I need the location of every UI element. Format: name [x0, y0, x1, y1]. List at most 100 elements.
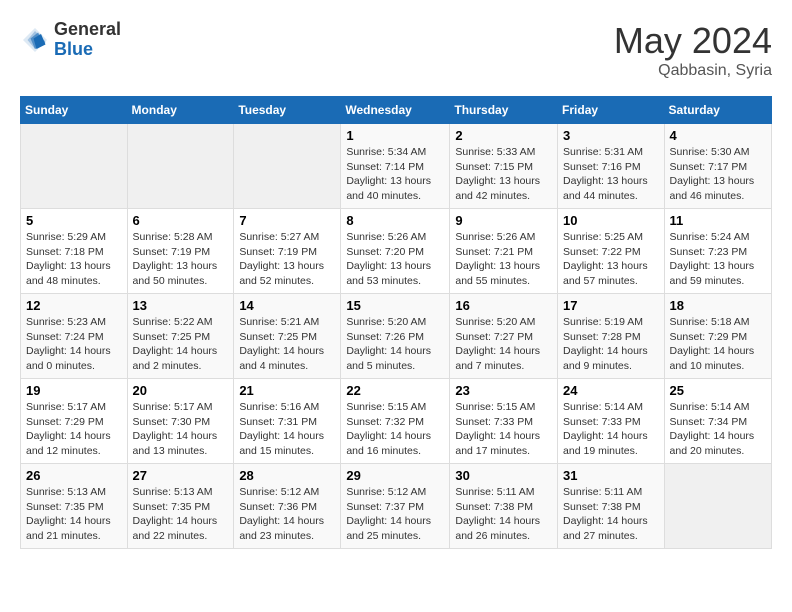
day-info: Sunrise: 5:19 AM Sunset: 7:28 PM Dayligh…: [563, 315, 659, 374]
calendar-cell: 28 Sunrise: 5:12 AM Sunset: 7:36 PM Dayli…: [234, 464, 341, 549]
day-info: Sunrise: 5:28 AM Sunset: 7:19 PM Dayligh…: [133, 230, 229, 289]
day-number: 3: [563, 128, 659, 143]
day-number: 19: [26, 383, 122, 398]
calendar-cell: 21 Sunrise: 5:16 AM Sunset: 7:31 PM Dayli…: [234, 379, 341, 464]
day-info: Sunrise: 5:12 AM Sunset: 7:36 PM Dayligh…: [239, 485, 335, 544]
day-number: 21: [239, 383, 335, 398]
calendar-cell: 27 Sunrise: 5:13 AM Sunset: 7:35 PM Dayli…: [127, 464, 234, 549]
day-number: 17: [563, 298, 659, 313]
calendar-cell: 8Sunrise: 5:26 AM Sunset: 7:20 PM Daylig…: [341, 209, 450, 294]
calendar-cell: [664, 464, 771, 549]
calendar-cell: 12Sunrise: 5:23 AM Sunset: 7:24 PM Dayli…: [21, 294, 128, 379]
day-number: 14: [239, 298, 335, 313]
day-info: Sunrise: 5:29 AM Sunset: 7:18 PM Dayligh…: [26, 230, 122, 289]
day-info: Sunrise: 5:13 AM Sunset: 7:35 PM Dayligh…: [133, 485, 229, 544]
day-info: Sunrise: 5:11 AM Sunset: 7:38 PM Dayligh…: [455, 485, 552, 544]
calendar-cell: 15 Sunrise: 5:20 AM Sunset: 7:26 PM Dayli…: [341, 294, 450, 379]
day-number: 5: [26, 213, 122, 228]
calendar-cell: 22 Sunrise: 5:15 AM Sunset: 7:32 PM Dayli…: [341, 379, 450, 464]
logo: General Blue: [20, 20, 121, 60]
day-number: 18: [670, 298, 766, 313]
day-number: 22: [346, 383, 444, 398]
day-info: Sunrise: 5:22 AM Sunset: 7:25 PM Dayligh…: [133, 315, 229, 374]
week-row-4: 19Sunrise: 5:17 AM Sunset: 7:29 PM Dayli…: [21, 379, 772, 464]
day-info: Sunrise: 5:21 AM Sunset: 7:25 PM Dayligh…: [239, 315, 335, 374]
day-number: 27: [133, 468, 229, 483]
calendar-cell: 20 Sunrise: 5:17 AM Sunset: 7:30 PM Dayli…: [127, 379, 234, 464]
calendar-cell: [21, 124, 128, 209]
calendar-cell: 24 Sunrise: 5:14 AM Sunset: 7:33 PM Dayli…: [558, 379, 665, 464]
weekday-header-monday: Monday: [127, 97, 234, 124]
day-number: 2: [455, 128, 552, 143]
day-number: 29: [346, 468, 444, 483]
day-info: Sunrise: 5:11 AM Sunset: 7:38 PM Dayligh…: [563, 485, 659, 544]
calendar-cell: 17 Sunrise: 5:19 AM Sunset: 7:28 PM Dayli…: [558, 294, 665, 379]
logo-general: General: [54, 20, 121, 40]
calendar-cell: 9Sunrise: 5:26 AM Sunset: 7:21 PM Daylig…: [450, 209, 558, 294]
week-row-1: 1Sunrise: 5:34 AM Sunset: 7:14 PM Daylig…: [21, 124, 772, 209]
day-number: 25: [670, 383, 766, 398]
logo-blue: Blue: [54, 40, 121, 60]
calendar-cell: 4Sunrise: 5:30 AM Sunset: 7:17 PM Daylig…: [664, 124, 771, 209]
day-info: Sunrise: 5:33 AM Sunset: 7:15 PM Dayligh…: [455, 145, 552, 204]
day-info: Sunrise: 5:27 AM Sunset: 7:19 PM Dayligh…: [239, 230, 335, 289]
calendar-cell: 16 Sunrise: 5:20 AM Sunset: 7:27 PM Dayli…: [450, 294, 558, 379]
day-number: 10: [563, 213, 659, 228]
day-info: Sunrise: 5:34 AM Sunset: 7:14 PM Dayligh…: [346, 145, 444, 204]
calendar-cell: 7 Sunrise: 5:27 AM Sunset: 7:19 PM Daylig…: [234, 209, 341, 294]
day-info: Sunrise: 5:26 AM Sunset: 7:21 PM Dayligh…: [455, 230, 552, 289]
calendar-cell: 18 Sunrise: 5:18 AM Sunset: 7:29 PM Dayli…: [664, 294, 771, 379]
day-info: Sunrise: 5:18 AM Sunset: 7:29 PM Dayligh…: [670, 315, 766, 374]
day-info: Sunrise: 5:17 AM Sunset: 7:30 PM Dayligh…: [133, 400, 229, 459]
calendar-cell: 13 Sunrise: 5:22 AM Sunset: 7:25 PM Dayli…: [127, 294, 234, 379]
calendar-cell: 29Sunrise: 5:12 AM Sunset: 7:37 PM Dayli…: [341, 464, 450, 549]
day-info: Sunrise: 5:16 AM Sunset: 7:31 PM Dayligh…: [239, 400, 335, 459]
calendar-cell: 1Sunrise: 5:34 AM Sunset: 7:14 PM Daylig…: [341, 124, 450, 209]
day-number: 24: [563, 383, 659, 398]
calendar-cell: 5 Sunrise: 5:29 AM Sunset: 7:18 PM Daylig…: [21, 209, 128, 294]
day-info: Sunrise: 5:20 AM Sunset: 7:26 PM Dayligh…: [346, 315, 444, 374]
day-info: Sunrise: 5:31 AM Sunset: 7:16 PM Dayligh…: [563, 145, 659, 204]
calendar-cell: 30 Sunrise: 5:11 AM Sunset: 7:38 PM Dayli…: [450, 464, 558, 549]
day-number: 7: [239, 213, 335, 228]
calendar-cell: 25 Sunrise: 5:14 AM Sunset: 7:34 PM Dayli…: [664, 379, 771, 464]
day-number: 15: [346, 298, 444, 313]
day-number: 28: [239, 468, 335, 483]
week-row-2: 5 Sunrise: 5:29 AM Sunset: 7:18 PM Daylig…: [21, 209, 772, 294]
weekday-header-sunday: Sunday: [21, 97, 128, 124]
day-info: Sunrise: 5:14 AM Sunset: 7:33 PM Dayligh…: [563, 400, 659, 459]
day-number: 12: [26, 298, 122, 313]
day-number: 30: [455, 468, 552, 483]
day-number: 13: [133, 298, 229, 313]
day-number: 23: [455, 383, 552, 398]
weekday-header-tuesday: Tuesday: [234, 97, 341, 124]
calendar-cell: [234, 124, 341, 209]
week-row-3: 12Sunrise: 5:23 AM Sunset: 7:24 PM Dayli…: [21, 294, 772, 379]
day-info: Sunrise: 5:15 AM Sunset: 7:33 PM Dayligh…: [455, 400, 552, 459]
weekday-header-row: SundayMondayTuesdayWednesdayThursdayFrid…: [21, 97, 772, 124]
calendar-cell: 11Sunrise: 5:24 AM Sunset: 7:23 PM Dayli…: [664, 209, 771, 294]
calendar-cell: 3 Sunrise: 5:31 AM Sunset: 7:16 PM Daylig…: [558, 124, 665, 209]
day-number: 20: [133, 383, 229, 398]
calendar-cell: 2 Sunrise: 5:33 AM Sunset: 7:15 PM Daylig…: [450, 124, 558, 209]
day-number: 6: [133, 213, 229, 228]
day-number: 8: [346, 213, 444, 228]
location: Qabbasin, Syria: [614, 62, 772, 80]
calendar-cell: 23 Sunrise: 5:15 AM Sunset: 7:33 PM Dayli…: [450, 379, 558, 464]
day-info: Sunrise: 5:13 AM Sunset: 7:35 PM Dayligh…: [26, 485, 122, 544]
day-info: Sunrise: 5:14 AM Sunset: 7:34 PM Dayligh…: [670, 400, 766, 459]
logo-text: General Blue: [54, 20, 121, 60]
calendar-cell: 26 Sunrise: 5:13 AM Sunset: 7:35 PM Dayli…: [21, 464, 128, 549]
title-block: May 2024 Qabbasin, Syria: [614, 20, 772, 80]
day-number: 16: [455, 298, 552, 313]
day-info: Sunrise: 5:15 AM Sunset: 7:32 PM Dayligh…: [346, 400, 444, 459]
weekday-header-saturday: Saturday: [664, 97, 771, 124]
calendar-cell: 31Sunrise: 5:11 AM Sunset: 7:38 PM Dayli…: [558, 464, 665, 549]
day-info: Sunrise: 5:20 AM Sunset: 7:27 PM Dayligh…: [455, 315, 552, 374]
day-number: 26: [26, 468, 122, 483]
day-info: Sunrise: 5:30 AM Sunset: 7:17 PM Dayligh…: [670, 145, 766, 204]
page-header: General Blue May 2024 Qabbasin, Syria: [20, 20, 772, 80]
calendar-cell: [127, 124, 234, 209]
day-info: Sunrise: 5:25 AM Sunset: 7:22 PM Dayligh…: [563, 230, 659, 289]
logo-icon: [20, 25, 50, 55]
